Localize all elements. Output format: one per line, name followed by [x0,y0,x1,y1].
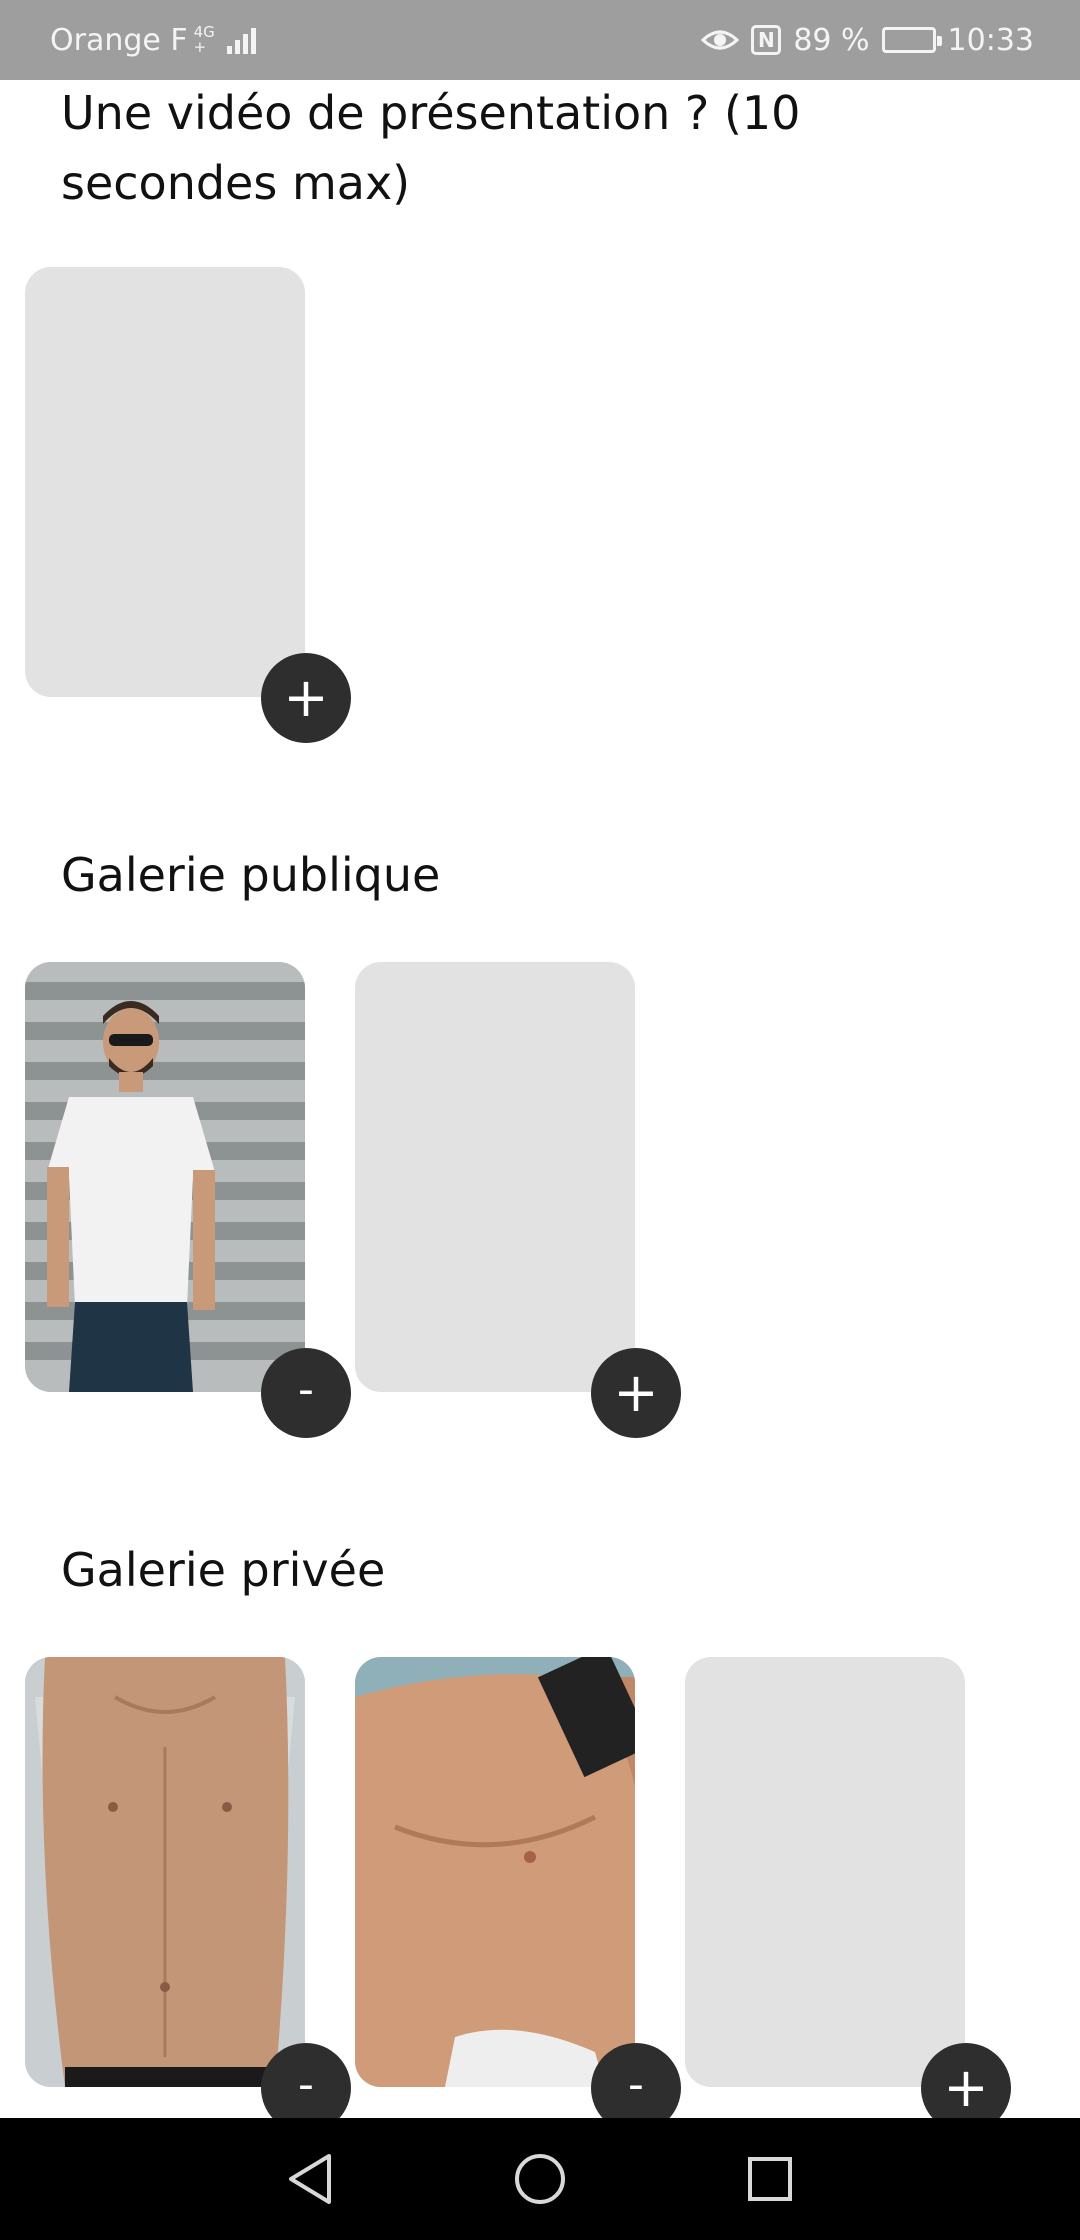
private-slot-empty[interactable]: + [685,1657,1011,2133]
status-right: N 89 % 10:33 [701,23,1034,58]
torso-photo-1 [25,1657,305,2087]
home-icon [515,2154,565,2204]
remove-public-photo-button[interactable]: - [261,1348,351,1438]
battery-icon [881,27,942,53]
private-photo-2[interactable]: - [355,1657,681,2133]
private-gallery-title: Galerie privée [61,1543,386,1597]
private-photo-1-image [25,1657,305,2087]
status-left: Orange F 4G + [50,23,256,58]
network-extra: + [193,38,207,56]
signal-icon [226,26,256,54]
network-badge: 4G + [194,25,215,55]
public-photo-image [25,962,305,1392]
clock: 10:33 [947,22,1034,58]
torso-photo-2 [355,1657,635,2087]
private-photo-1[interactable]: - [25,1657,351,2133]
back-icon [289,2154,331,2204]
public-gallery-title: Galerie publique [61,848,441,902]
status-bar: Orange F 4G + N 89 % 10:33 [0,0,1080,80]
add-public-photo-button[interactable]: + [591,1348,681,1438]
video-slot-empty[interactable]: + [25,267,351,743]
public-photo-1[interactable]: - [25,962,351,1438]
system-nav-bar [0,2118,1080,2240]
public-slot-empty[interactable]: + [355,962,681,1438]
video-section-title: Une vidéo de présentation ? (10 secondes… [61,86,801,210]
recents-button[interactable] [740,2149,800,2209]
battery-percent: 89 % [793,22,870,58]
man-photo [25,962,305,1392]
back-button[interactable] [280,2149,340,2209]
private-photo-2-image [355,1657,635,2087]
eye-icon [701,30,740,50]
home-button[interactable] [510,2149,570,2209]
recents-icon [748,2157,792,2201]
carrier-label: Orange F [50,22,188,58]
nfc-icon: N [751,25,782,55]
add-video-button[interactable]: + [261,653,351,743]
